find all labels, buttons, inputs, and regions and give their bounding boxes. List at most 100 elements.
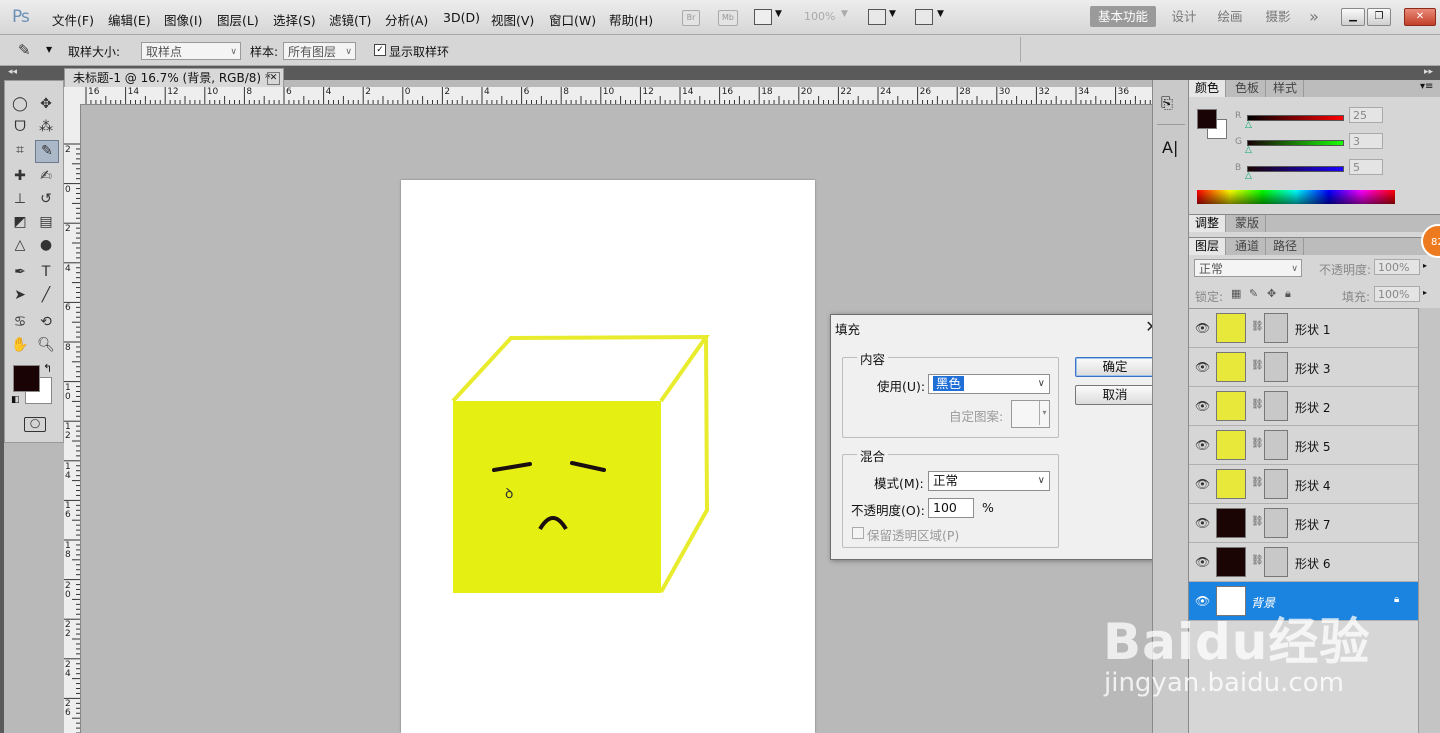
history-brush-icon[interactable]: ↺ [35,189,57,210]
menu-3d[interactable]: 3D(D) [443,10,480,25]
restore-icon[interactable]: ❐ [1367,8,1391,26]
close-icon[interactable]: ✕ [1404,8,1436,26]
workspace-more-icon[interactable]: » [1304,6,1324,27]
b-value-input[interactable]: 5 [1349,159,1383,175]
menu-layer[interactable]: 图层(L) [217,10,259,29]
character-panel-icon[interactable]: A| [1162,138,1178,157]
default-colors-icon[interactable]: ◧ [11,395,20,405]
hand-tool-icon[interactable]: ✋ [9,335,31,356]
panel-menu-icon[interactable]: ▾≡ [1420,81,1433,92]
crop-tool-icon[interactable]: ⌗ [9,140,31,161]
opacity-input[interactable]: 100 [928,498,974,518]
expand-icon[interactable]: ▸▸ [1424,67,1433,77]
foreground-color-swatch[interactable] [1197,109,1217,129]
menu-analysis[interactable]: 分析(A) [385,10,428,29]
layers-scrollbar[interactable] [1418,308,1440,733]
chevron-down-icon[interactable]: ▼ [46,45,52,54]
cancel-button[interactable]: 取消 [1075,385,1155,405]
lock-all-icon[interactable]: 🔒︎ [1285,287,1291,301]
workspace-painting[interactable]: 绘画 [1210,6,1250,27]
collapse-icon[interactable]: ◂◂ [8,67,17,77]
foreground-color-swatch[interactable] [13,365,40,392]
3d-rotate-icon[interactable]: ♋ [9,312,31,333]
workspace-essentials[interactable]: 基本功能 [1090,6,1156,27]
path-selection-icon[interactable]: ➤ [9,285,31,306]
slider-handle-icon[interactable]: △ [1245,171,1252,181]
use-select[interactable]: 黑色 ∨ [928,374,1050,394]
3d-orbit-icon[interactable]: ⟲ [35,312,57,333]
layer-opacity-input[interactable]: 100% [1374,259,1420,275]
slider-handle-icon[interactable]: △ [1245,120,1252,130]
eyedropper-tool-icon[interactable]: ✎ [35,140,59,163]
eye-icon[interactable]: 👁︎ [1195,321,1210,335]
blur-tool-icon[interactable]: △ [9,235,31,256]
menu-filter[interactable]: 滤镜(T) [329,10,371,29]
tab-swatches[interactable]: 色板 [1229,80,1267,97]
layer-row[interactable]: 👁︎ ⛓ 形状 4 [1189,465,1418,504]
screen-mode-icon[interactable] [915,9,933,25]
ok-button[interactable]: 确定 [1075,357,1155,377]
brush-tool-icon[interactable]: ✍ [35,166,57,187]
eraser-tool-icon[interactable]: ◩ [9,212,31,233]
menu-select[interactable]: 选择(S) [273,10,316,29]
custom-pattern-picker[interactable]: ▾ [1011,400,1050,428]
tab-adjustments[interactable]: 调整 [1189,215,1227,232]
move-tool-icon[interactable]: ✥ [35,94,57,115]
minimize-icon[interactable]: ▁ [1341,8,1365,26]
slider-handle-icon[interactable]: △ [1245,145,1252,155]
sample-size-select[interactable]: 取样点 ∨ [141,42,241,60]
quick-selection-icon[interactable]: ⁂ [35,117,57,138]
layer-fill-input[interactable]: 100% [1374,286,1420,302]
preserve-transparency-checkbox[interactable] [852,527,864,539]
type-tool-icon[interactable]: T [35,262,57,283]
elliptical-marquee-icon[interactable]: ◯ [9,94,31,115]
eye-icon[interactable]: 👁︎ [1195,516,1210,530]
tab-layers[interactable]: 图层 [1189,238,1227,255]
zoom-level[interactable]: 100% [804,10,835,23]
eye-icon[interactable]: 👁︎ [1195,555,1210,569]
history-panel-icon[interactable]: ⎘ [1161,94,1173,112]
r-slider[interactable] [1247,115,1344,121]
healing-brush-icon[interactable]: ✚ [9,166,31,187]
mini-bridge-button[interactable]: Mb [718,10,738,26]
lock-transparent-icon[interactable]: ▦ [1231,287,1241,300]
tab-masks[interactable]: 蒙版 [1229,215,1267,232]
chevron-right-icon[interactable]: ▸ [1423,288,1427,297]
mode-select[interactable]: 正常 ∨ [928,471,1050,491]
g-slider[interactable] [1247,140,1344,146]
show-ring-checkbox[interactable]: ✓ [374,44,386,56]
b-slider[interactable] [1247,166,1344,172]
bridge-button[interactable]: Br [682,10,700,26]
tab-channels[interactable]: 通道 [1229,238,1267,255]
line-tool-icon[interactable]: ╱ [35,285,57,306]
layer-row[interactable]: 👁︎ ⛓ 形状 5 [1189,426,1418,465]
workspace-photography[interactable]: 摄影 [1258,6,1298,27]
eye-icon[interactable]: 👁︎ [1195,477,1210,491]
menu-help[interactable]: 帮助(H) [609,10,653,29]
close-icon[interactable]: ✕ [267,72,280,85]
dodge-tool-icon[interactable]: ● [35,235,57,256]
lock-position-icon[interactable]: ✥ [1267,287,1276,300]
menu-edit[interactable]: 编辑(E) [108,10,151,29]
g-value-input[interactable]: 3 [1349,133,1383,149]
workspace-design[interactable]: 设计 [1164,6,1204,27]
eye-icon[interactable]: 👁︎ [1195,399,1210,413]
chevron-right-icon[interactable]: ▸ [1423,261,1427,270]
layer-row[interactable]: 👁︎ ⛓ 形状 1 [1189,309,1418,348]
eyedropper-tool-icon[interactable]: ✎ [18,41,31,59]
document-canvas[interactable]: ꝺ [401,180,815,733]
layer-blend-mode-select[interactable]: 正常 ∨ [1194,259,1302,277]
zoom-tool-icon[interactable]: 🔍︎ [35,335,57,356]
lasso-tool-icon[interactable]: ᗜ [9,117,31,138]
layer-row[interactable]: 👁︎ ⛓ 形状 7 [1189,504,1418,543]
menu-file[interactable]: 文件(F) [52,10,94,29]
eye-icon[interactable]: 👁︎ [1195,438,1210,452]
tab-styles[interactable]: 样式 [1267,80,1305,97]
tab-paths[interactable]: 路径 [1267,238,1305,255]
menu-image[interactable]: 图像(I) [164,10,202,29]
arrange-documents-icon[interactable] [868,9,886,25]
color-spectrum-bar[interactable] [1197,190,1395,204]
layer-row[interactable]: 👁︎ ⛓ 形状 2 [1189,387,1418,426]
eye-icon[interactable]: 👁︎ [1195,360,1210,374]
pen-tool-icon[interactable]: ✒ [9,262,31,283]
